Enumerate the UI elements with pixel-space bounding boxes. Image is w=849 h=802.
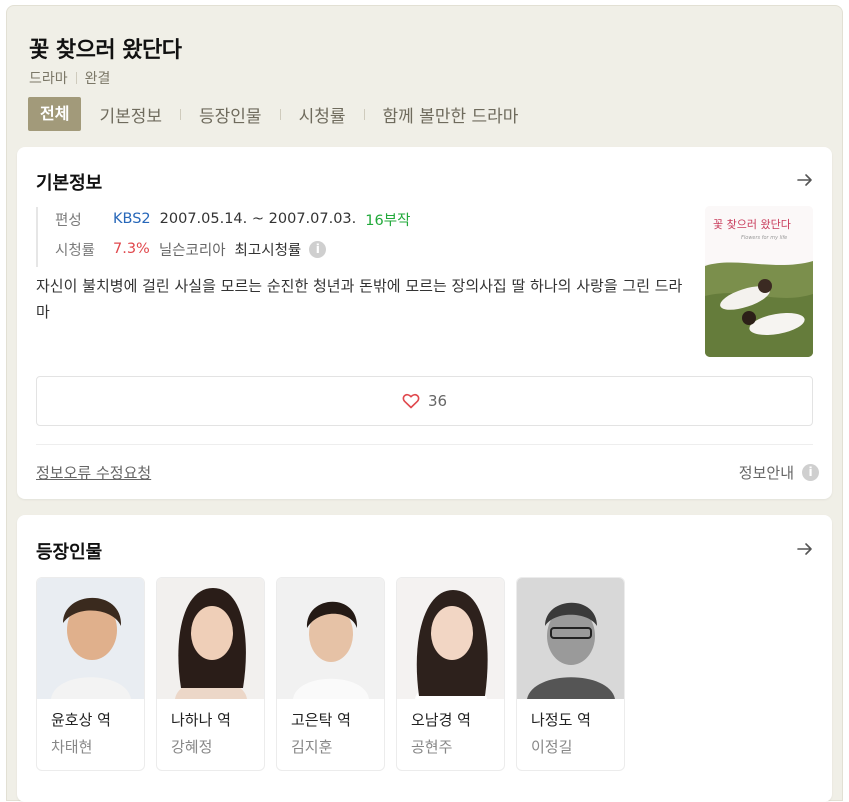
role-name: 나하나 역 xyxy=(171,711,231,729)
broadcast-row: 편성 KBS2 2007.05.14. ~ 2007.07.03. 16부작 xyxy=(55,207,410,231)
role-name: 나정도 역 xyxy=(531,711,591,729)
tab-ratings[interactable]: 시청률 xyxy=(296,102,349,127)
basic-info-title: 기본정보 xyxy=(36,173,103,194)
broadcast-info: 편성 KBS2 2007.05.14. ~ 2007.07.03. 16부작 시… xyxy=(36,207,410,267)
cast-photo xyxy=(277,578,384,699)
tab-divider xyxy=(180,108,182,120)
actor-name: 김지훈 xyxy=(291,738,333,756)
heart-outline-icon xyxy=(402,393,420,409)
cast-member[interactable]: 고은탁 역 김지훈 xyxy=(276,577,385,771)
actor-name: 공현주 xyxy=(411,738,453,756)
like-count: 36 xyxy=(427,392,448,410)
drama-panel: 꽃 찾으러 왔단다 드라마 완결 전체 기본정보 등장인물 시청률 함께 볼만한… xyxy=(6,5,843,802)
rating-type: 최고시청률 xyxy=(234,242,302,259)
cast-member[interactable]: 나하나 역 강혜정 xyxy=(156,577,265,771)
cast-list: 윤호상 역 차태현 나하나 역 강혜정 고은탁 역 김지훈 오남경 역 공현주 … xyxy=(36,577,636,771)
broadcast-period: 2007.05.14. ~ 2007.07.03. xyxy=(159,211,357,227)
cast-photo xyxy=(37,578,144,699)
info-guide-label: 정보안내 xyxy=(738,464,794,482)
channel-link[interactable]: KBS2 xyxy=(113,211,151,227)
cast-member[interactable]: 오남경 역 공현주 xyxy=(396,577,505,771)
tab-basic-info[interactable]: 기본정보 xyxy=(96,102,165,127)
basic-info-card: 기본정보 편성 KBS2 2007.05.14. ~ 2007.07.03. 1… xyxy=(17,147,832,499)
rating-value: 7.3% xyxy=(113,241,150,257)
actor-name: 이정길 xyxy=(531,738,573,756)
rating-label: 시청률 xyxy=(55,242,96,259)
like-button[interactable]: 36 xyxy=(36,376,813,426)
report-error-link[interactable]: 정보오류 수정요청 xyxy=(36,462,151,483)
actor-name: 차태현 xyxy=(51,738,93,756)
actor-name: 강혜정 xyxy=(171,738,213,756)
meta-divider xyxy=(75,72,77,84)
info-guide-link[interactable]: 정보안내 i xyxy=(739,462,819,483)
arrow-right-icon[interactable] xyxy=(796,171,814,189)
tab-all[interactable]: 전체 xyxy=(28,97,82,131)
status-label: 완결 xyxy=(84,71,111,87)
tab-cast[interactable]: 등장인물 xyxy=(196,102,265,127)
episode-count: 16부작 xyxy=(365,212,411,229)
role-name: 고은탁 역 xyxy=(291,711,351,729)
cast-member[interactable]: 나정도 역 이정길 xyxy=(516,577,625,771)
drama-description: 자신이 불치병에 걸린 사실을 모르는 순진한 청년과 돈밖에 모르는 장의사집… xyxy=(36,277,683,321)
tab-divider xyxy=(279,108,281,120)
info-icon[interactable]: i xyxy=(309,240,327,258)
drama-meta: 드라마 완결 xyxy=(29,68,110,88)
page-title: 꽃 찾으러 왔단다 xyxy=(29,38,182,63)
cast-photo xyxy=(397,578,504,699)
cast-member[interactable]: 윤호상 역 차태현 xyxy=(36,577,145,771)
cast-photo xyxy=(157,578,264,699)
role-name: 윤호상 역 xyxy=(51,711,111,729)
cast-photo xyxy=(517,578,624,699)
role-name: 오남경 역 xyxy=(411,711,471,729)
poster-title: 꽃 찾으러 왔단다 xyxy=(713,218,791,231)
cast-title: 등장인물 xyxy=(36,542,103,563)
drama-poster[interactable]: 꽃 찾으러 왔단다 Flowers for my life xyxy=(705,206,813,357)
cast-card: 등장인물 윤호상 역 차태현 나하나 역 강혜정 고은탁 역 김지훈 오남경 역… xyxy=(17,515,832,802)
genre-label: 드라마 xyxy=(29,71,68,87)
tab-bar: 전체 기본정보 등장인물 시청률 함께 볼만한 드라마 xyxy=(28,97,521,131)
tab-divider xyxy=(363,108,365,120)
broadcast-label: 편성 xyxy=(55,212,82,229)
rating-source: 닐슨코리아 xyxy=(158,242,226,259)
card-divider xyxy=(36,444,813,445)
rating-row: 시청률 7.3% 닐슨코리아 최고시청률 i xyxy=(55,237,410,261)
arrow-right-icon[interactable] xyxy=(796,540,814,558)
poster-subtitle: Flowers for my life xyxy=(741,235,787,241)
tab-similar-dramas[interactable]: 함께 볼만한 드라마 xyxy=(380,102,522,127)
info-icon: i xyxy=(802,464,819,481)
